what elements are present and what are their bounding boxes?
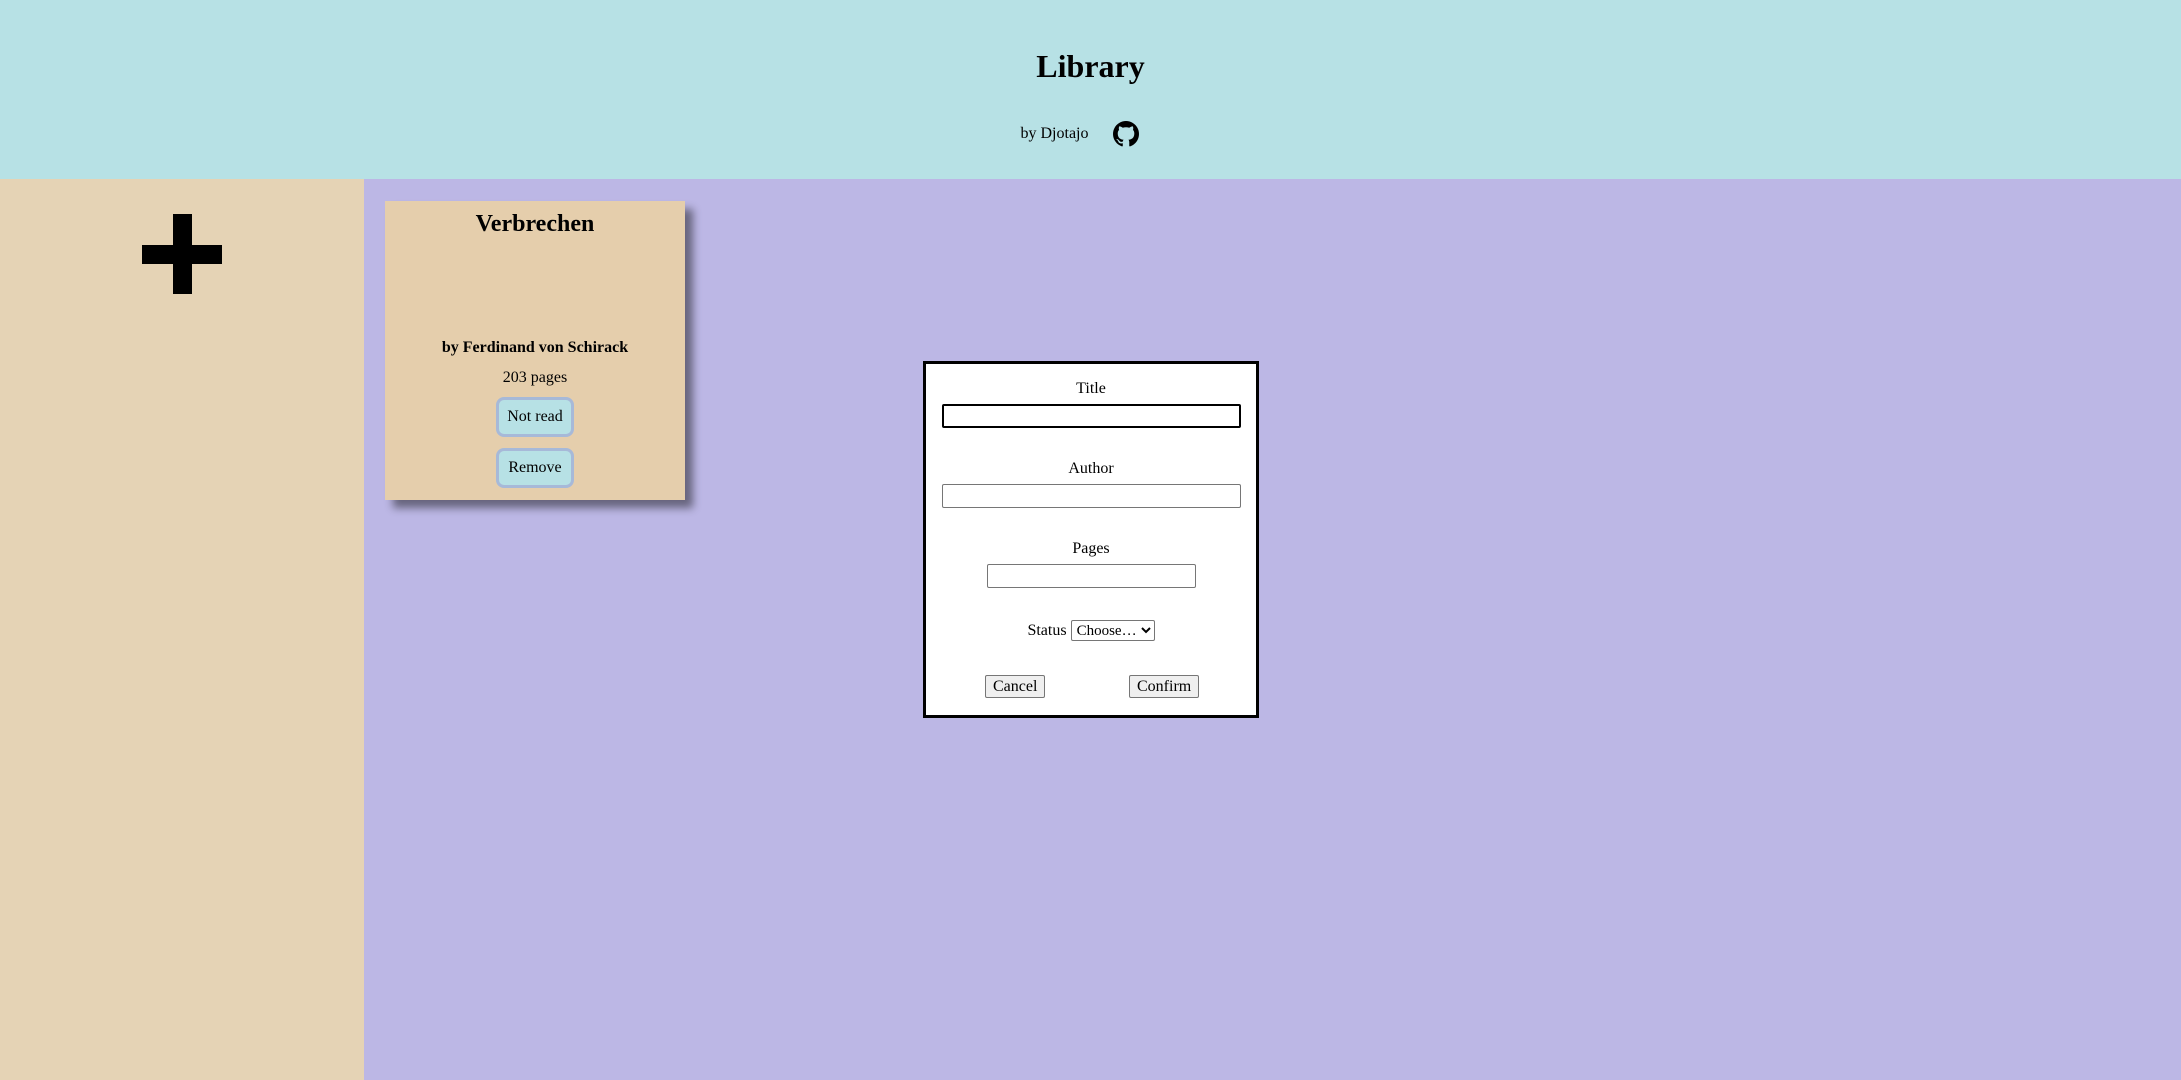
pages-input[interactable] — [987, 564, 1196, 588]
title-label: Title — [1076, 380, 1106, 397]
sidebar — [0, 179, 364, 1080]
status-row: Status Choose… — [926, 620, 1256, 641]
title-input[interactable] — [942, 404, 1241, 428]
page-title: Library — [1036, 48, 1145, 84]
read-status-button[interactable]: Not read — [496, 397, 574, 437]
author-credit: by Djotajo — [1020, 125, 1089, 142]
status-select[interactable]: Choose… — [1070, 620, 1155, 641]
add-book-dialog: Title Author Pages Status Choose… Cancel… — [923, 361, 1259, 718]
remove-book-button[interactable]: Remove — [496, 448, 574, 488]
confirm-button[interactable]: Confirm — [1129, 675, 1200, 698]
status-label: Status — [1027, 621, 1067, 639]
book-title: Verbrechen — [475, 211, 595, 237]
byline: by Djotajo — [0, 120, 2181, 148]
book-card: Verbrechen by Ferdinand von Schirack 203… — [385, 201, 685, 500]
author-label: Author — [1068, 460, 1114, 477]
github-icon[interactable] — [1112, 121, 1139, 147]
cancel-button[interactable]: Cancel — [985, 675, 1046, 698]
pages-label: Pages — [1072, 540, 1110, 557]
book-author: by Ferdinand von Schirack — [441, 339, 629, 356]
author-input[interactable] — [942, 484, 1241, 508]
page-header: Library by Djotajo — [0, 0, 2181, 179]
book-pages: 203 pages — [502, 369, 568, 386]
add-book-button[interactable] — [142, 214, 222, 294]
